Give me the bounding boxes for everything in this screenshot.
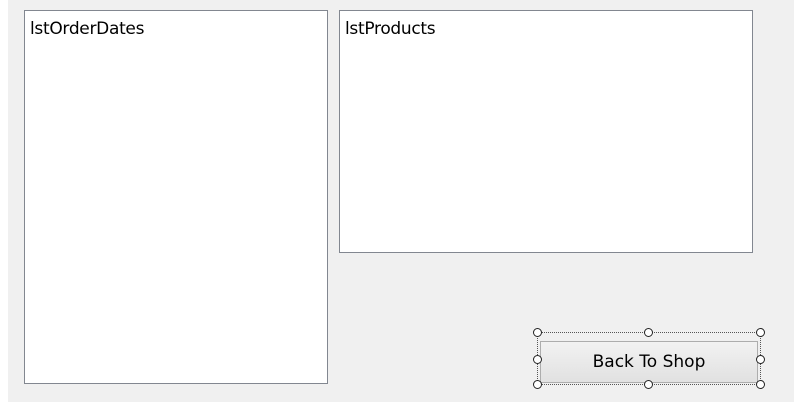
- resize-grip-middle-right[interactable]: [756, 355, 765, 364]
- resize-grip-top-center[interactable]: [644, 328, 653, 337]
- order-dates-listbox-name: lstOrderDates: [30, 19, 145, 39]
- order-dates-listbox[interactable]: lstOrderDates: [24, 10, 328, 384]
- back-to-shop-button[interactable]: Back To Shop: [540, 341, 758, 383]
- products-listbox-name: lstProducts: [345, 19, 436, 39]
- resize-grip-bottom-left[interactable]: [533, 380, 542, 389]
- resize-grip-bottom-center[interactable]: [644, 380, 653, 389]
- back-to-shop-label: Back To Shop: [592, 352, 706, 372]
- products-listbox[interactable]: lstProducts: [339, 10, 753, 253]
- resize-grip-top-right[interactable]: [756, 328, 765, 337]
- resize-grip-bottom-right[interactable]: [756, 380, 765, 389]
- resize-grip-middle-left[interactable]: [533, 355, 542, 364]
- resize-grip-top-left[interactable]: [533, 328, 542, 337]
